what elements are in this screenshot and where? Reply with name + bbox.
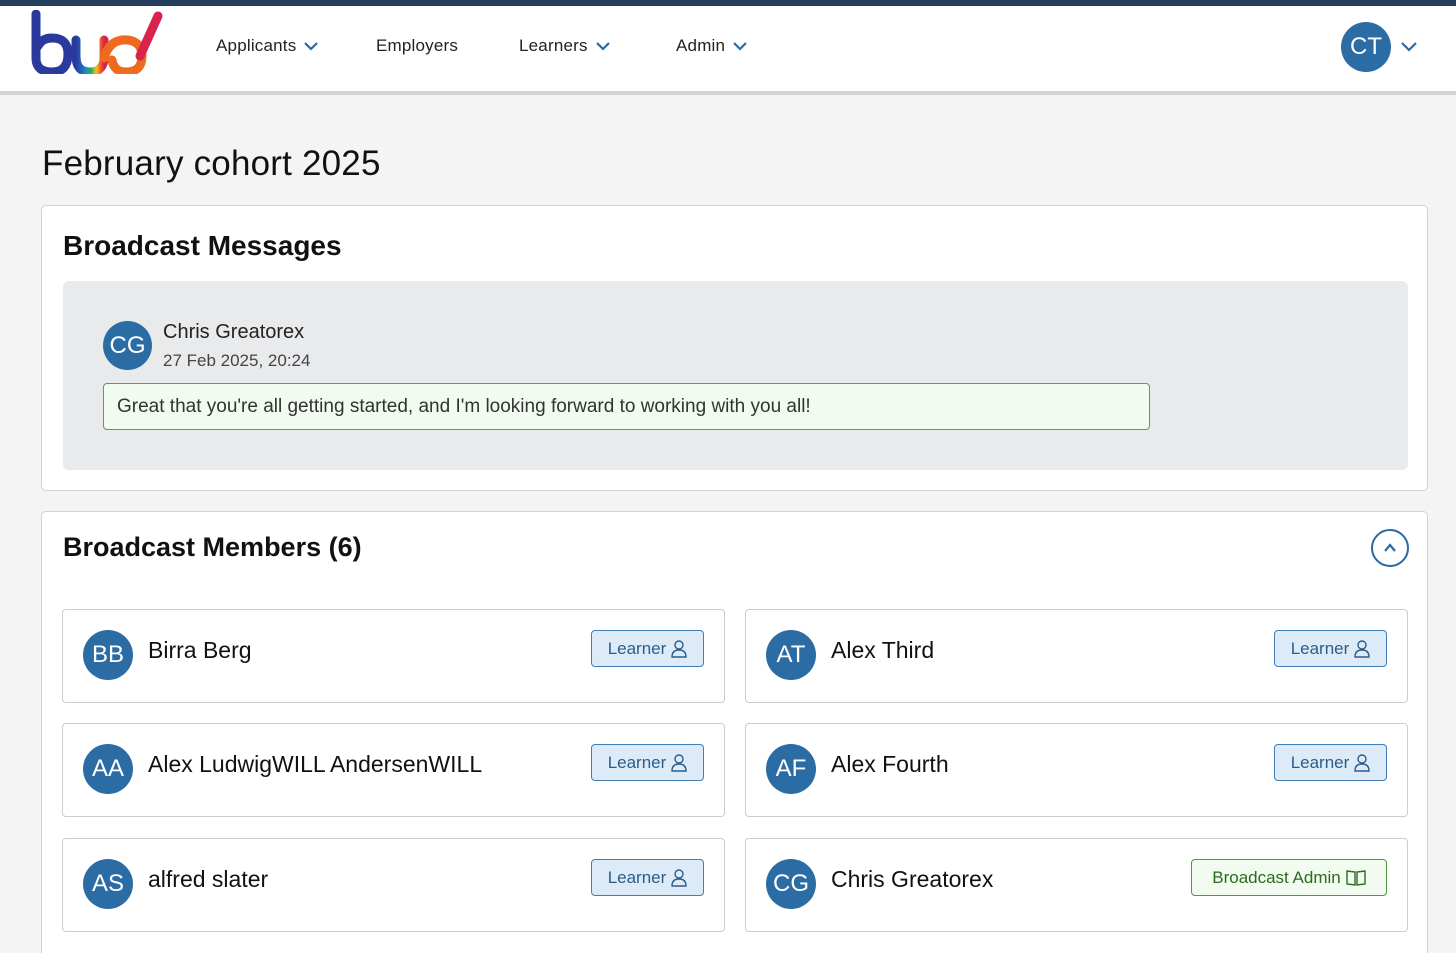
- nav-learners-label: Learners: [519, 36, 588, 55]
- chevron-down-icon: [595, 42, 610, 51]
- member-name: alfred slater: [148, 866, 269, 892]
- avatar: CG: [103, 321, 152, 370]
- role-badge[interactable]: Learner: [591, 859, 704, 896]
- avatar: AA: [83, 744, 133, 794]
- member-card: BB Birra Berg Learner: [62, 609, 725, 703]
- avatar: AT: [766, 630, 816, 680]
- message-author: Chris Greatorex: [163, 321, 305, 343]
- person-icon: [671, 868, 687, 887]
- broadcast-messages-card: Broadcast Messages CG Chris Greatorex 27…: [41, 205, 1428, 491]
- avatar: CG: [766, 859, 816, 909]
- broadcast-members-card: Broadcast Members (6) BB Birra Berg Lear…: [41, 511, 1428, 953]
- nav-applicants-label: Applicants: [216, 36, 297, 55]
- member-name: Alex Third: [831, 637, 935, 663]
- role-badge[interactable]: Learner: [1274, 630, 1387, 667]
- person-icon: [1354, 639, 1370, 658]
- role-label: Learner: [607, 867, 667, 887]
- message-panel: CG Chris Greatorex 27 Feb 2025, 20:24 Gr…: [63, 281, 1408, 470]
- broadcast-messages-title: Broadcast Messages: [63, 230, 342, 261]
- top-navbar: Applicants Employers Learners Admin CT: [0, 6, 1456, 95]
- member-card: AT Alex Third Learner: [745, 609, 1408, 703]
- role-label: Learner: [1290, 638, 1350, 658]
- member-card: AS alfred slater Learner: [62, 838, 725, 932]
- role-label: Learner: [607, 638, 667, 658]
- avatar: AS: [83, 859, 133, 909]
- nav-admin[interactable]: Admin: [676, 36, 749, 56]
- member-name: Alex Fourth: [831, 751, 949, 777]
- user-avatar[interactable]: CT: [1341, 22, 1391, 72]
- broadcast-members-title: Broadcast Members (6): [63, 532, 362, 562]
- person-icon: [1354, 753, 1370, 772]
- member-name: Chris Greatorex: [831, 866, 994, 892]
- avatar: AF: [766, 744, 816, 794]
- book-icon: [1346, 869, 1366, 886]
- role-badge[interactable]: Learner: [1274, 744, 1387, 781]
- member-card: AF Alex Fourth Learner: [745, 723, 1408, 817]
- nav-applicants[interactable]: Applicants: [216, 36, 320, 56]
- collapse-members-button[interactable]: [1371, 529, 1409, 567]
- chevron-up-icon: [1384, 543, 1396, 552]
- chevron-down-icon: [304, 42, 319, 51]
- role-label: Broadcast Admin: [1212, 867, 1341, 887]
- message-body: Great that you're all getting started, a…: [103, 383, 1150, 430]
- role-badge[interactable]: Broadcast Admin: [1191, 859, 1387, 896]
- chevron-down-icon: [733, 42, 747, 51]
- role-badge[interactable]: Learner: [591, 744, 704, 781]
- person-icon: [671, 753, 687, 772]
- role-label: Learner: [1290, 752, 1350, 772]
- message-timestamp: 27 Feb 2025, 20:24: [163, 351, 311, 370]
- nav-learners[interactable]: Learners: [519, 36, 612, 56]
- role-badge[interactable]: Learner: [591, 630, 704, 667]
- nav-employers[interactable]: Employers: [376, 36, 458, 56]
- member-card: CG Chris Greatorex Broadcast Admin: [745, 838, 1408, 932]
- role-label: Learner: [607, 752, 667, 772]
- member-name: Alex LudwigWILL AndersenWILL: [148, 751, 483, 777]
- bud-logo[interactable]: [30, 9, 166, 79]
- nav-employers-label: Employers: [376, 36, 459, 55]
- person-icon: [671, 639, 687, 658]
- page-title: February cohort 2025: [42, 144, 381, 183]
- user-menu-chevron-down-icon[interactable]: [1400, 38, 1418, 56]
- member-card: AA Alex LudwigWILL AndersenWILL Learner: [62, 723, 725, 817]
- nav-admin-label: Admin: [676, 36, 726, 55]
- avatar: BB: [83, 630, 133, 680]
- member-name: Birra Berg: [148, 637, 252, 663]
